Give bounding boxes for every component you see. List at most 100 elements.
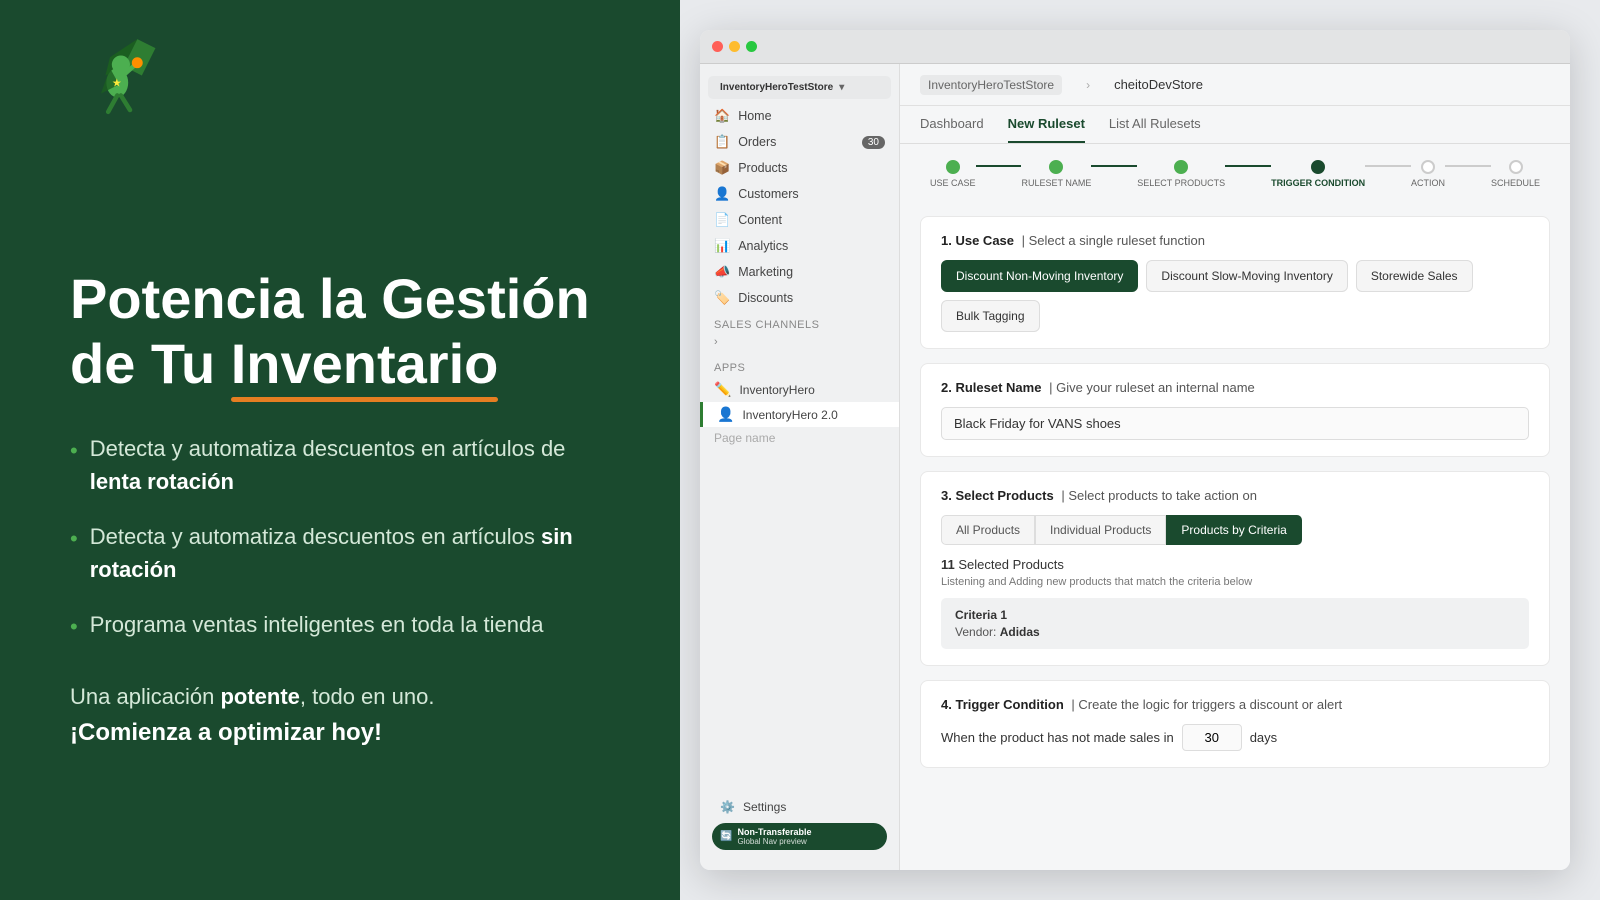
sidebar: InventoryHeroTestStore ▾ 🏠 Home 📋 Orders… xyxy=(700,64,900,870)
app-tabs: Dashboard New Ruleset List All Rulesets xyxy=(900,106,1570,144)
non-transferable-badge[interactable]: 🔄 Non-Transferable Global Nav preview xyxy=(712,823,887,850)
window-topbar xyxy=(700,30,1570,64)
shopify-window: InventoryHeroTestStore ▾ 🏠 Home 📋 Orders… xyxy=(700,30,1570,870)
step-label: SELECT PRODUCTS xyxy=(1137,178,1225,188)
section-title: 3. Select Products | Select products to … xyxy=(941,488,1529,503)
sidebar-item-label: Discounts xyxy=(738,291,793,305)
criteria-box: Criteria 1 Vendor: Adidas xyxy=(941,598,1529,649)
top-nav: InventoryHeroTestStore › cheitoDevStore xyxy=(900,64,1570,106)
tab-dashboard[interactable]: Dashboard xyxy=(920,106,984,143)
btn-discount-slow-moving[interactable]: Discount Slow-Moving Inventory xyxy=(1146,260,1347,292)
trigger-text-before: When the product has not made sales in xyxy=(941,730,1174,745)
main-content: InventoryHeroTestStore › cheitoDevStore … xyxy=(900,64,1570,870)
non-transferable-label: Non-Transferable xyxy=(737,827,811,837)
minimize-dot xyxy=(729,41,740,52)
tab-products-by-criteria[interactable]: Products by Criteria xyxy=(1166,515,1301,545)
breadcrumb-store: InventoryHeroTestStore xyxy=(920,75,1062,95)
progress-steps: USE CASE RULESET NAME SELECT PRODUCTS xyxy=(900,144,1570,200)
step-label: USE CASE xyxy=(930,178,976,188)
section-subtitle: | Select a single ruleset function xyxy=(1022,233,1205,248)
product-tabs: All Products Individual Products Product… xyxy=(941,515,1529,545)
underline-word: Inventario xyxy=(231,332,499,396)
list-item: • Detecta y automatiza descuentos en art… xyxy=(70,520,610,586)
tab-list-rulesets[interactable]: List All Rulesets xyxy=(1109,106,1201,143)
store-selector[interactable]: InventoryHeroTestStore ▾ xyxy=(708,76,891,99)
sidebar-item-inventoryhero2[interactable]: 👤 InventoryHero 2.0 xyxy=(700,402,899,427)
ruleset-name-input[interactable] xyxy=(941,407,1529,440)
left-panel: ★ Potencia la Gestión de Tu Inventario •… xyxy=(0,0,680,900)
sidebar-item-label: Home xyxy=(738,109,771,123)
section-subtitle: | Give your ruleset an internal name xyxy=(1049,380,1255,395)
maximize-dot xyxy=(746,41,757,52)
settings-item[interactable]: ⚙️ Settings xyxy=(708,795,891,819)
breadcrumb-separator: › xyxy=(1086,78,1090,92)
tab-all-products[interactable]: All Products xyxy=(941,515,1035,545)
sidebar-item-home[interactable]: 🏠 Home xyxy=(700,103,899,129)
select-products-section: 3. Select Products | Select products to … xyxy=(920,471,1550,666)
sidebar-item-orders[interactable]: 📋 Orders 30 xyxy=(700,129,899,155)
step-schedule: SCHEDULE xyxy=(1491,160,1540,188)
chevron-down-icon: ▾ xyxy=(839,82,844,93)
step-use-case: USE CASE xyxy=(930,160,976,188)
sidebar-item-label: InventoryHero 2.0 xyxy=(742,408,837,422)
feature-list: • Detecta y automatiza descuentos en art… xyxy=(70,432,610,643)
app-icon: ✏️ xyxy=(714,381,731,398)
criteria-detail: Vendor: Adidas xyxy=(955,625,1515,639)
form-area: 1. Use Case | Select a single ruleset fu… xyxy=(900,200,1570,798)
step-connector xyxy=(1445,165,1491,167)
sidebar-item-label: Analytics xyxy=(738,239,788,253)
section-title: 2. Ruleset Name | Give your ruleset an i… xyxy=(941,380,1529,395)
bold-label: sin rotación xyxy=(90,524,573,582)
step-label: RULESET NAME xyxy=(1021,178,1091,188)
trigger-condition-section: 4. Trigger Condition | Create the logic … xyxy=(920,680,1550,768)
use-case-section: 1. Use Case | Select a single ruleset fu… xyxy=(920,216,1550,349)
list-item: • Programa ventas inteligentes en toda l… xyxy=(70,608,610,643)
logo-area: ★ xyxy=(50,30,170,135)
sidebar-item-label: Products xyxy=(738,161,787,175)
products-icon: 📦 xyxy=(714,160,730,176)
marketing-icon: 📣 xyxy=(714,264,730,280)
btn-storewide-sales[interactable]: Storewide Sales xyxy=(1356,260,1473,292)
trigger-days-input[interactable] xyxy=(1182,724,1242,751)
step-connector xyxy=(1365,165,1411,167)
discounts-icon: 🏷️ xyxy=(714,290,730,306)
btn-discount-non-moving[interactable]: Discount Non-Moving Inventory xyxy=(941,260,1138,292)
ruleset-name-section: 2. Ruleset Name | Give your ruleset an i… xyxy=(920,363,1550,457)
sidebar-item-label: Customers xyxy=(738,187,798,201)
global-nav-label: Global Nav preview xyxy=(737,837,811,846)
sidebar-item-products[interactable]: 📦 Products xyxy=(700,155,899,181)
bullet-icon: • xyxy=(70,610,78,643)
sidebar-item-pagename[interactable]: Page name xyxy=(700,427,899,449)
step-select-products: SELECT PRODUCTS xyxy=(1137,160,1225,188)
orders-icon: 📋 xyxy=(714,134,730,150)
tab-new-ruleset[interactable]: New Ruleset xyxy=(1008,106,1085,143)
sidebar-item-label: Orders xyxy=(738,135,776,149)
sidebar-item-discounts[interactable]: 🏷️ Discounts xyxy=(700,285,899,311)
sidebar-item-analytics[interactable]: 📊 Analytics xyxy=(700,233,899,259)
orders-badge: 30 xyxy=(862,136,885,149)
bullet-icon: • xyxy=(70,522,78,555)
hero-title: Potencia la Gestión de Tu Inventario xyxy=(70,267,610,396)
step-dot xyxy=(1509,160,1523,174)
sidebar-item-marketing[interactable]: 📣 Marketing xyxy=(700,259,899,285)
tab-individual-products[interactable]: Individual Products xyxy=(1035,515,1166,545)
section-subtitle: | Create the logic for triggers a discou… xyxy=(1071,697,1342,712)
settings-icon: ⚙️ xyxy=(720,800,735,814)
customers-icon: 👤 xyxy=(714,186,730,202)
sales-channels-expand[interactable]: › xyxy=(700,334,899,350)
step-connector xyxy=(1225,165,1271,167)
sidebar-item-customers[interactable]: 👤 Customers xyxy=(700,181,899,207)
btn-bulk-tagging[interactable]: Bulk Tagging xyxy=(941,300,1040,332)
step-connector xyxy=(976,165,1022,167)
sidebar-item-label: Marketing xyxy=(738,265,793,279)
sidebar-item-inventoryhero[interactable]: ✏️ InventoryHero xyxy=(700,377,899,402)
bullet-icon: • xyxy=(70,434,78,467)
brand-logo: ★ xyxy=(50,30,170,130)
step-label: SCHEDULE xyxy=(1491,178,1540,188)
sidebar-item-content[interactable]: 📄 Content xyxy=(700,207,899,233)
breadcrumb-app: cheitoDevStore xyxy=(1114,77,1203,92)
store-name: InventoryHeroTestStore xyxy=(720,82,833,93)
settings-label: Settings xyxy=(743,800,786,814)
step-label: ACTION xyxy=(1411,178,1445,188)
step-dot xyxy=(1311,160,1325,174)
